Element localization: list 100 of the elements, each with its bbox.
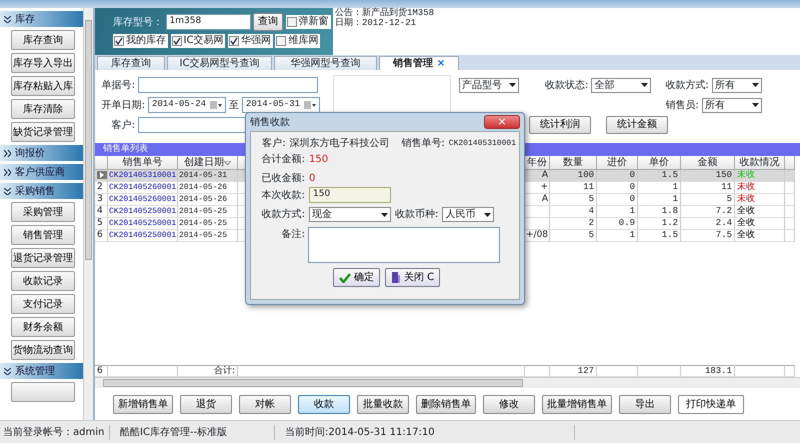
sidebar-button[interactable]: 财务余额 bbox=[11, 317, 75, 337]
dropdown[interactable]: 人民币 bbox=[442, 207, 494, 222]
close-icon[interactable]: × bbox=[436, 56, 446, 71]
row-header[interactable]: 6 bbox=[95, 230, 108, 242]
cell-text: 0 bbox=[630, 170, 635, 180]
input-field[interactable] bbox=[138, 77, 318, 93]
sidebar-button[interactable]: 库存清除 bbox=[11, 99, 75, 119]
sidebar-section-header[interactable]: 采购销售 bbox=[0, 183, 83, 199]
action-button[interactable]: 对帐 bbox=[239, 394, 291, 414]
sidebar-button[interactable]: 库存粘贴入库 bbox=[11, 76, 75, 96]
column-header[interactable]: 进价 bbox=[597, 156, 638, 170]
sidebar-button[interactable]: 销售管理 bbox=[11, 225, 75, 245]
sidebar-button[interactable]: 库存查询 bbox=[11, 30, 75, 50]
horizontal-scrollbar[interactable] bbox=[95, 377, 800, 388]
dialog-title: 销售收款 bbox=[250, 116, 290, 130]
check-icon bbox=[172, 37, 180, 45]
cell-text: 2014-05-26 bbox=[179, 195, 228, 204]
checkbox[interactable]: 弹新窗 bbox=[286, 15, 330, 29]
order-link[interactable]: CK201405260001 bbox=[109, 183, 176, 192]
cell-text: 1.8 bbox=[662, 206, 678, 216]
date-field[interactable]: 2014-05-31 bbox=[242, 97, 320, 113]
column-header[interactable]: 销售单号 bbox=[108, 156, 178, 170]
tab[interactable]: 华强网型号查询 bbox=[274, 56, 377, 70]
checkbox[interactable]: 华强网 bbox=[228, 34, 273, 48]
sidebar-button[interactable]: 库存导入导出 bbox=[11, 53, 75, 73]
action-button[interactable]: 批量增销售单 bbox=[542, 394, 612, 414]
sidebar-button[interactable]: 采购管理 bbox=[11, 202, 75, 222]
order-link[interactable]: CK201405250001 bbox=[109, 207, 176, 216]
action-button[interactable]: 收款 bbox=[298, 394, 350, 414]
dropdown[interactable]: 产品型号 bbox=[459, 78, 519, 92]
column-header[interactable]: 金额 bbox=[681, 156, 735, 170]
sidebar-button[interactable]: 退货记录管理 bbox=[11, 248, 75, 268]
checkbox[interactable]: IC交易网 bbox=[170, 34, 226, 48]
cell-text: 2014-05-26 bbox=[179, 183, 228, 192]
action-button[interactable]: 退货 bbox=[180, 394, 232, 414]
sidebar-section-header[interactable]: 系统管理 bbox=[0, 363, 83, 379]
sidebar-section-header[interactable]: 询报价 bbox=[0, 145, 83, 161]
action-button[interactable]: 打印快递单 bbox=[678, 394, 744, 414]
tab[interactable]: 销售管理 × bbox=[379, 56, 459, 70]
column-header[interactable]: 创建日期 bbox=[178, 156, 238, 170]
row-header[interactable]: 3 bbox=[95, 194, 108, 206]
stats-button[interactable]: 统计利润 bbox=[529, 116, 591, 134]
field-value: 150 bbox=[309, 153, 328, 167]
close-dialog-button[interactable]: 关闭 C bbox=[384, 268, 440, 287]
field-label: 已收金额: bbox=[260, 172, 305, 186]
dropdown[interactable]: 全部 bbox=[591, 78, 652, 92]
row-header[interactable]: 2 bbox=[95, 182, 108, 194]
scrollbar[interactable] bbox=[83, 8, 93, 420]
action-button[interactable]: 修改 bbox=[483, 394, 535, 414]
sidebar-button[interactable]: 支付记录 bbox=[11, 294, 75, 314]
tab[interactable]: IC交易网型号查询 bbox=[167, 56, 272, 70]
dropdown[interactable]: 所有 bbox=[712, 78, 762, 92]
sidebar-section-header[interactable]: 客户供应商 bbox=[0, 164, 83, 180]
sidebar-button[interactable]: 缺货记录管理 bbox=[11, 122, 75, 142]
order-link[interactable]: CK201405310001 bbox=[109, 171, 176, 180]
sidebar-button[interactable]: 收款记录 bbox=[11, 271, 75, 291]
note-field[interactable] bbox=[308, 227, 500, 263]
order-link[interactable]: CK201405260001 bbox=[109, 195, 176, 204]
row-header[interactable]: 5 bbox=[95, 218, 108, 230]
search-field[interactable]: 1m358 bbox=[166, 14, 250, 30]
column-header[interactable]: 数量 bbox=[550, 156, 597, 170]
action-button[interactable]: 批量收款 bbox=[357, 394, 409, 414]
query-button[interactable]: 查询 bbox=[253, 13, 283, 31]
close-button[interactable]: × bbox=[484, 115, 520, 129]
cell-text: 全收 bbox=[737, 230, 755, 240]
column-header[interactable]: 单价 bbox=[638, 156, 681, 170]
stats-button[interactable]: 统计金额 bbox=[606, 116, 668, 134]
cell-text: 7.5 bbox=[716, 230, 732, 240]
cell-text: 2014-05-31 bbox=[179, 171, 228, 180]
summary-value: 6 bbox=[97, 366, 103, 376]
action-button[interactable]: 删除销售单 bbox=[416, 394, 476, 414]
sidebar-section-header[interactable]: 库存 bbox=[0, 11, 83, 27]
sidebar-button[interactable]: 货物流动查询 bbox=[11, 340, 75, 360]
action-button[interactable]: 新增销售单 bbox=[113, 394, 173, 414]
column-header[interactable]: 年份 bbox=[525, 156, 550, 170]
chevron-right-icon bbox=[4, 168, 11, 176]
check-icon bbox=[115, 37, 123, 45]
tab[interactable]: 库存查询 bbox=[97, 56, 165, 70]
dropdown[interactable]: 所有 bbox=[702, 98, 762, 112]
cell-text: 2014-05-25 bbox=[179, 207, 228, 216]
field-value: 0 bbox=[309, 172, 316, 186]
action-button[interactable]: 导出 bbox=[619, 394, 671, 414]
checkbox[interactable]: 我的库存 bbox=[113, 34, 168, 48]
row-header[interactable]: 4 bbox=[95, 206, 108, 218]
column-header[interactable]: 收款情况 bbox=[735, 156, 785, 170]
row-header[interactable] bbox=[95, 170, 108, 182]
dropdown-arrow-icon bbox=[381, 212, 388, 216]
order-link[interactable]: CK201405250001 bbox=[109, 219, 176, 228]
cell-text: 全收 bbox=[737, 218, 755, 228]
order-link[interactable]: CK201405250001 bbox=[109, 231, 176, 240]
checkbox[interactable]: 维库网 bbox=[275, 34, 320, 48]
row-number: 5 bbox=[97, 218, 103, 228]
field-label: 销售员: bbox=[665, 98, 699, 112]
confirm-button[interactable]: 确定 bbox=[332, 268, 380, 287]
field-label: 本次收款: bbox=[260, 188, 305, 202]
dropdown[interactable]: 现金 bbox=[309, 207, 391, 222]
date-field[interactable]: 2014-05-24 bbox=[148, 97, 226, 113]
input-field[interactable]: 150 bbox=[309, 187, 391, 203]
sidebar-button[interactable] bbox=[11, 382, 75, 402]
cell-text: 100 bbox=[578, 170, 594, 180]
